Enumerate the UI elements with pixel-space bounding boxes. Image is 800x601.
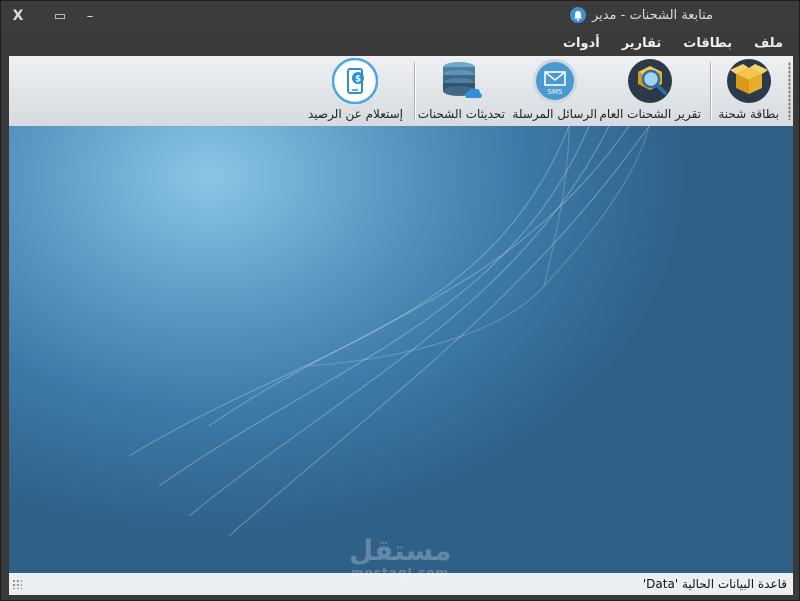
open-box-icon: [726, 58, 772, 104]
toolbar-separator-2: [414, 62, 415, 120]
svg-text:$: $: [355, 75, 361, 85]
shipment-card-button[interactable]: بطاقة شحنة: [718, 58, 779, 124]
app-window: متابعة الشحنات - مدير X ▭ – ملف بطاقات ت…: [0, 0, 800, 601]
watermark-main: مستقل: [349, 534, 452, 567]
workspace-background: [9, 126, 793, 573]
toolbar-separator: [710, 62, 711, 120]
resize-grip[interactable]: [12, 579, 22, 589]
shipment-updates-button[interactable]: تحديثات الشحنات: [418, 58, 505, 124]
minimize-button[interactable]: –: [79, 5, 101, 27]
menu-cards[interactable]: بطاقات: [683, 36, 732, 51]
close-button[interactable]: X: [7, 5, 29, 27]
shipment-card-label: بطاقة شحنة: [718, 107, 779, 121]
balance-inquiry-label: إستعلام عن الرصيد: [307, 107, 403, 121]
current-database-text: قاعدة البيانات الحالية 'Data': [642, 577, 787, 591]
menu-bar: ملف بطاقات تقارير أدوات: [3, 31, 797, 55]
svg-text:SMS: SMS: [547, 88, 562, 96]
title-group: متابعة الشحنات - مدير: [569, 7, 713, 23]
toolbar: بطاقة شحنة تقرير الشحنات العام SMS الرسا…: [9, 56, 793, 127]
watermark-sub: mostaql.com: [351, 566, 450, 580]
menu-reports[interactable]: تقارير: [622, 36, 662, 51]
menu-file[interactable]: ملف: [754, 36, 783, 51]
database-cloud-icon: [438, 58, 484, 104]
sent-messages-button[interactable]: SMS الرسائل المرسلة: [512, 58, 597, 124]
general-shipments-report-button[interactable]: تقرير الشحنات العام: [599, 58, 701, 124]
title-bar[interactable]: متابعة الشحنات - مدير X ▭ –: [1, 1, 799, 31]
bell-icon: [569, 7, 586, 23]
box-search-icon: [627, 58, 673, 104]
shipment-updates-label: تحديثات الشحنات: [417, 107, 505, 121]
toolbar-grip[interactable]: [788, 62, 791, 120]
background-swirl: [128, 126, 650, 537]
window-title: متابعة الشحنات - مدير: [591, 7, 713, 23]
general-shipments-report-label: تقرير الشحنات العام: [599, 107, 701, 121]
sms-envelope-icon: SMS: [532, 58, 578, 104]
watermark-logo: مستقل mostaql.com: [349, 534, 452, 581]
sent-messages-label: الرسائل المرسلة: [512, 107, 597, 121]
maximize-button[interactable]: ▭: [49, 5, 71, 27]
menu-tools[interactable]: أدوات: [563, 36, 600, 51]
phone-dollar-icon: $: [332, 58, 379, 104]
balance-inquiry-button[interactable]: $ إستعلام عن الرصيد: [308, 58, 403, 124]
